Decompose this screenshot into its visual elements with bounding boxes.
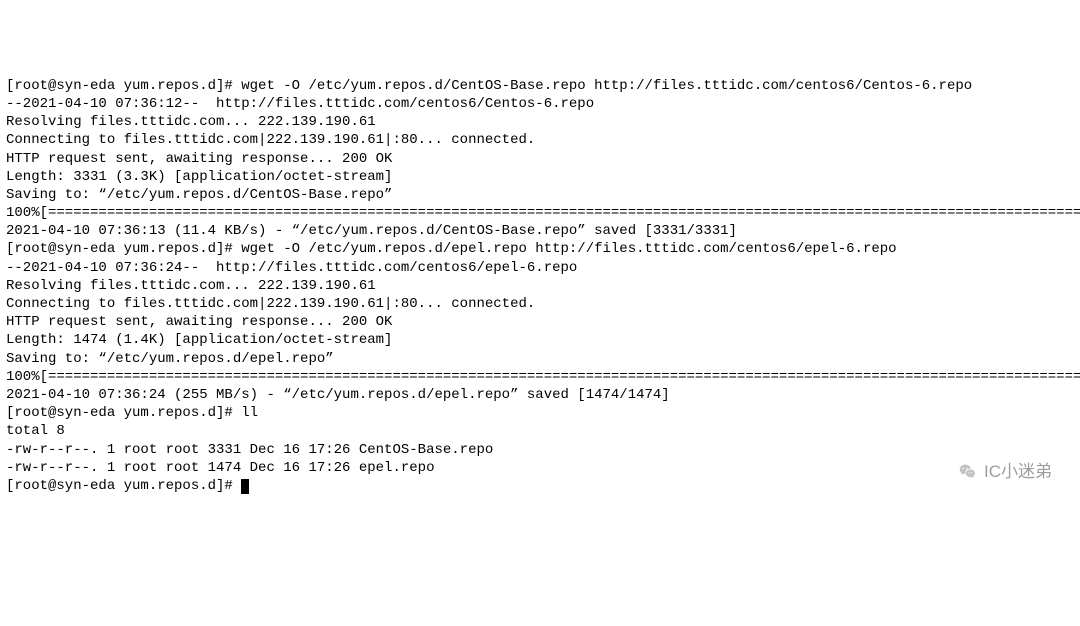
wechat-icon <box>958 462 978 482</box>
terminal-line: 2021-04-10 07:36:13 (11.4 KB/s) - “/etc/… <box>6 222 1074 240</box>
terminal-line: -rw-r--r--. 1 root root 1474 Dec 16 17:2… <box>6 459 1074 477</box>
terminal-line: --2021-04-10 07:36:24-- http://files.ttt… <box>6 259 1074 277</box>
terminal-line: Resolving files.tttidc.com... 222.139.19… <box>6 113 1074 131</box>
prompt-text: [root@syn-eda yum.repos.d]# <box>6 478 241 494</box>
terminal-line: Resolving files.tttidc.com... 222.139.19… <box>6 277 1074 295</box>
terminal-line: Connecting to files.tttidc.com|222.139.1… <box>6 131 1074 149</box>
cursor <box>241 479 249 494</box>
terminal-line: 2021-04-10 07:36:24 (255 MB/s) - “/etc/y… <box>6 386 1074 404</box>
terminal-line: Length: 3331 (3.3K) [application/octet-s… <box>6 168 1074 186</box>
progress-bar: 100%[===================================… <box>6 368 1074 386</box>
terminal-line: Saving to: “/etc/yum.repos.d/epel.repo” <box>6 350 1074 368</box>
watermark-text: IC小迷弟 <box>984 461 1052 483</box>
progress-bar: 100%[===================================… <box>6 204 1074 222</box>
terminal-line: Length: 1474 (1.4K) [application/octet-s… <box>6 331 1074 349</box>
terminal-line: --2021-04-10 07:36:12-- http://files.ttt… <box>6 95 1074 113</box>
terminal-output[interactable]: [root@syn-eda yum.repos.d]# wget -O /etc… <box>0 73 1080 499</box>
prompt-line[interactable]: [root@syn-eda yum.repos.d]# <box>6 477 1074 495</box>
terminal-line: HTTP request sent, awaiting response... … <box>6 313 1074 331</box>
terminal-line: [root@syn-eda yum.repos.d]# wget -O /etc… <box>6 77 1074 95</box>
terminal-line: Saving to: “/etc/yum.repos.d/CentOS-Base… <box>6 186 1074 204</box>
watermark: IC小迷弟 <box>958 461 1052 483</box>
terminal-line: Connecting to files.tttidc.com|222.139.1… <box>6 295 1074 313</box>
terminal-line: -rw-r--r--. 1 root root 3331 Dec 16 17:2… <box>6 441 1074 459</box>
terminal-line: [root@syn-eda yum.repos.d]# ll <box>6 404 1074 422</box>
terminal-line: [root@syn-eda yum.repos.d]# wget -O /etc… <box>6 240 1074 258</box>
terminal-line: HTTP request sent, awaiting response... … <box>6 150 1074 168</box>
terminal-line: total 8 <box>6 422 1074 440</box>
